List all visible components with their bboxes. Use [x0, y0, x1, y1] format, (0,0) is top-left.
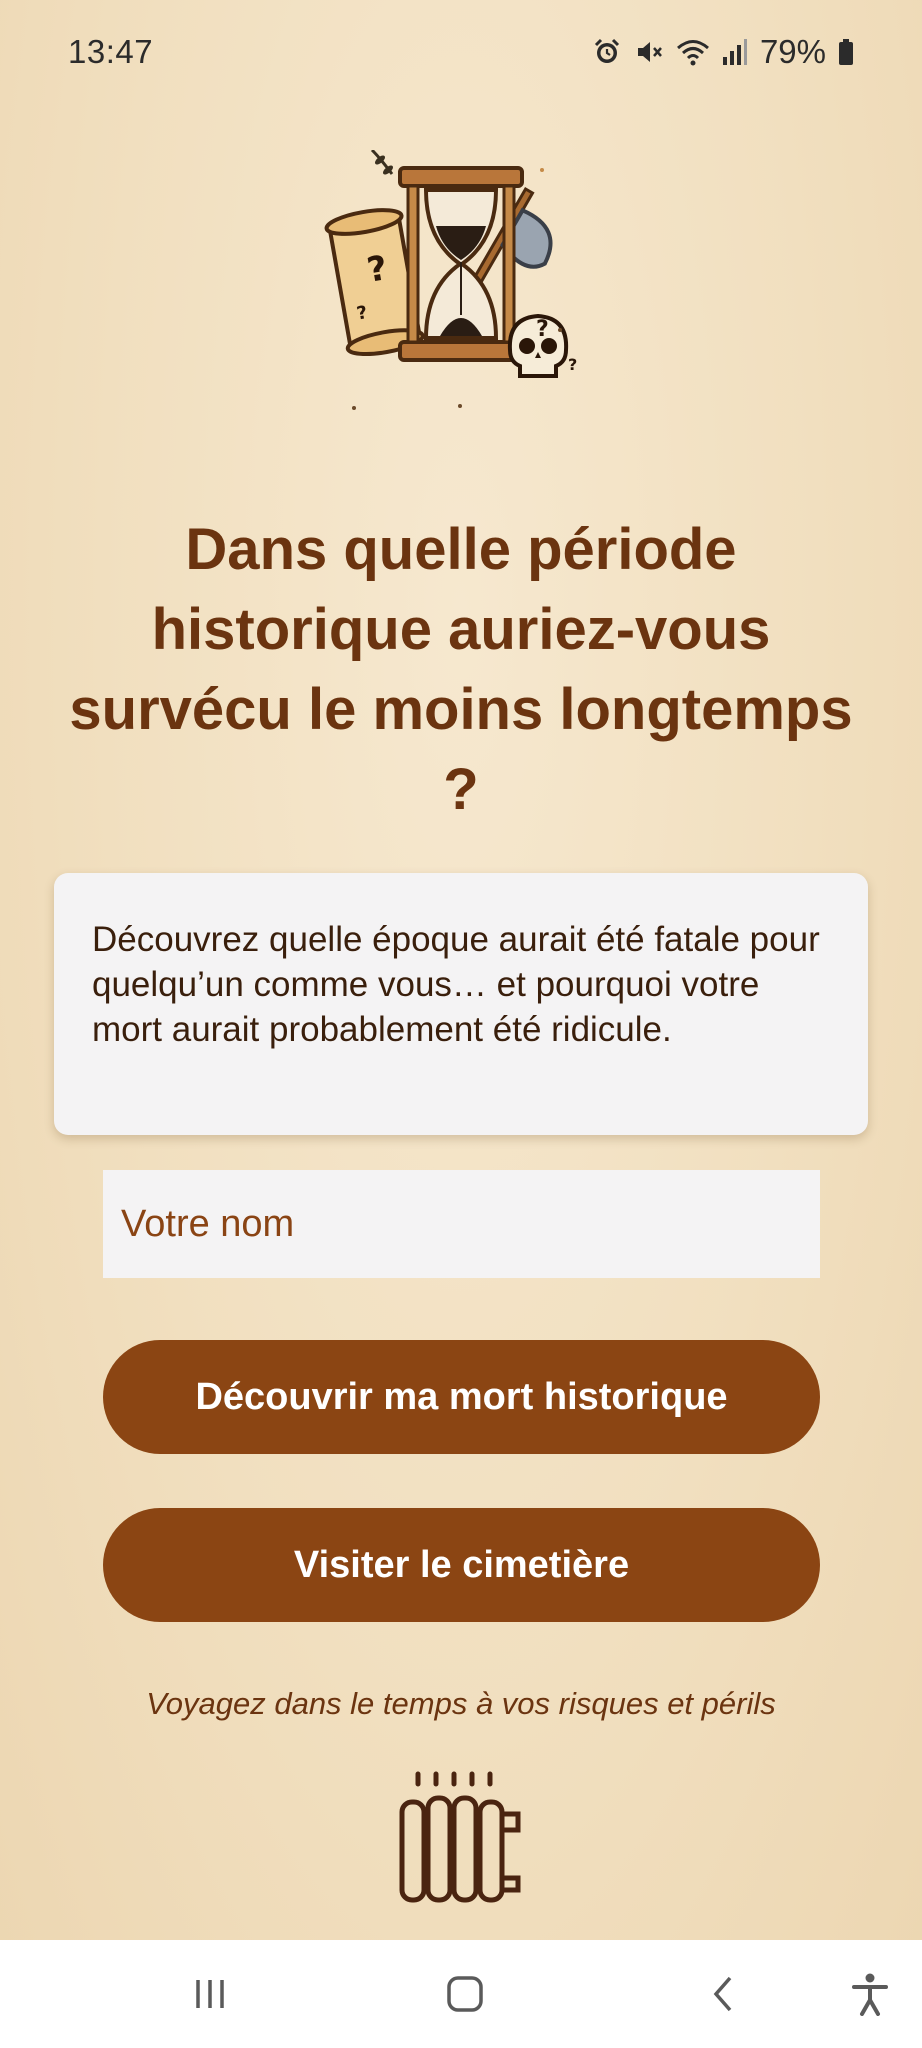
description-card: Découvrez quelle époque aurait été fatal…: [54, 873, 868, 1135]
hourglass-illustration-icon: ? ? ? ?: [324, 150, 577, 410]
navigation-bar: [0, 1940, 922, 2048]
visit-cemetery-button[interactable]: Visiter le cimetière: [103, 1508, 820, 1622]
discover-death-button[interactable]: Découvrir ma mort historique: [103, 1340, 820, 1454]
signal-icon: [722, 39, 747, 65]
back-icon: [713, 1976, 732, 2012]
mute-icon: [637, 42, 662, 62]
svg-text:?: ?: [568, 355, 577, 374]
status-icons: 79%: [592, 33, 854, 71]
home-icon: [447, 1976, 483, 2012]
page-title: Dans quelle période historique auriez-vo…: [69, 517, 853, 822]
recent-apps-button[interactable]: [160, 1940, 260, 2048]
tagline: Voyagez dans le temps à vos risques et p…: [146, 1686, 776, 1721]
recent-apps-icon: [196, 1980, 224, 2008]
status-time: 13:47: [68, 33, 154, 70]
radiator-icon: [399, 1771, 521, 1903]
description-text: Découvrez quelle époque aurait été fatal…: [92, 920, 820, 1049]
name-input[interactable]: [103, 1170, 820, 1278]
alarm-icon: [594, 38, 619, 63]
svg-text:?: ?: [536, 317, 549, 342]
accessibility-button[interactable]: [820, 1940, 920, 2048]
battery-percent: 79%: [759, 33, 826, 70]
back-button[interactable]: [674, 1940, 774, 2048]
battery-icon: [839, 39, 853, 65]
home-button[interactable]: [415, 1940, 515, 2048]
accessibility-icon: [852, 1973, 888, 2016]
wifi-icon: [676, 40, 709, 66]
status-bar: 13:47 79%: [0, 0, 922, 104]
